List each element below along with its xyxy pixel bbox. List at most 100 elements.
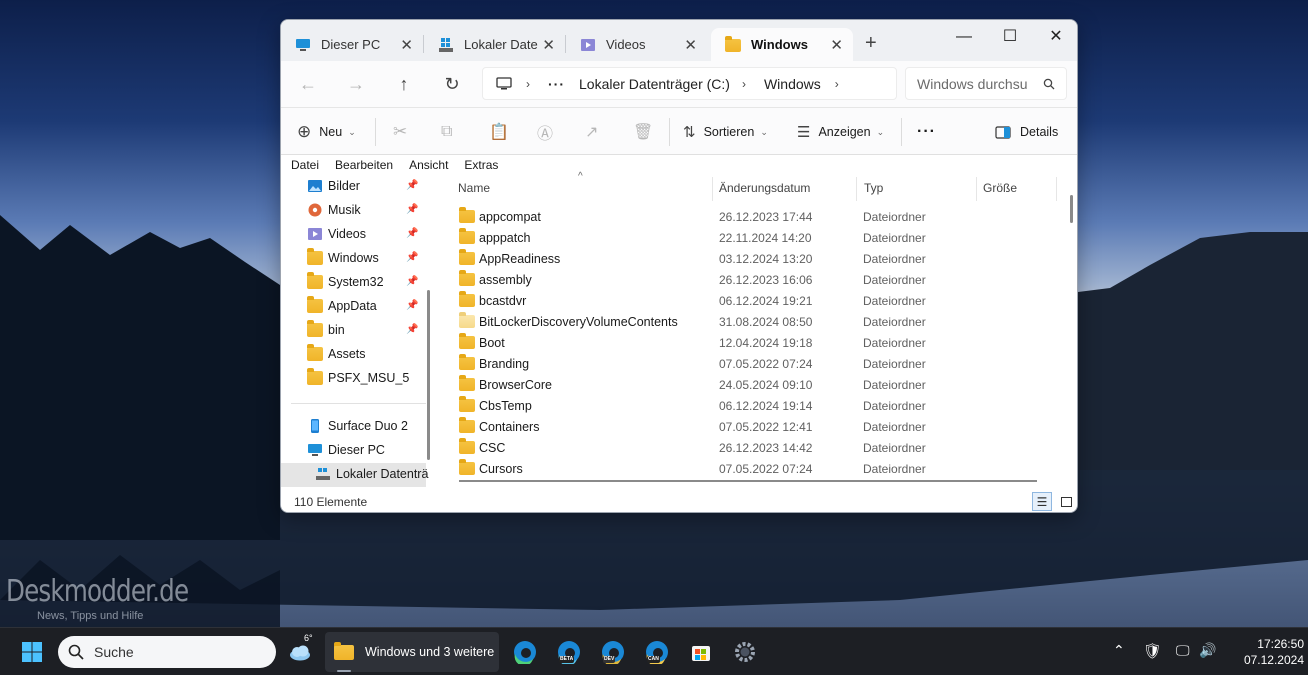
breadcrumb-item[interactable]: Lokaler Datenträger (C:) <box>579 76 730 92</box>
clock[interactable]: 17:26:50 07.12.2024 <box>1220 636 1304 668</box>
menu-bearbeiten[interactable]: Bearbeiten <box>335 158 393 172</box>
taskbar-search[interactable]: Suche <box>58 636 276 668</box>
sidebar-item-bilder[interactable]: Bilder 📌 <box>281 175 426 199</box>
table-row[interactable]: CbsTemp 06.12.2024 19:14 Dateiordner <box>441 395 1061 416</box>
menu-extras[interactable]: Extras <box>464 158 498 172</box>
pin-icon[interactable]: 📌 <box>406 180 418 191</box>
pin-icon[interactable]: 📌 <box>406 324 418 335</box>
sidebar-item-psfx-msu-5[interactable]: PSFX_MSU_5 <box>281 367 426 391</box>
search-input[interactable]: Windows durchsu <box>905 67 1067 100</box>
table-row[interactable]: Boot 12.04.2024 19:18 Dateiordner <box>441 332 1061 353</box>
taskbar-store[interactable] <box>685 636 717 668</box>
close-tab-icon[interactable]: ✕ <box>400 36 413 54</box>
plus-circle-icon: ⊕ <box>297 122 312 141</box>
security-shield-icon[interactable]: 🛡 <box>1143 642 1162 660</box>
column-divider[interactable] <box>976 177 977 201</box>
new-tab-icon[interactable]: + <box>865 32 877 55</box>
sidebar-item-label: Musik <box>328 203 361 217</box>
taskbar-edge-dev[interactable]: DEV <box>597 636 629 668</box>
close-tab-icon[interactable]: ✕ <box>542 36 555 54</box>
details-view-icon[interactable]: ☰ <box>1032 492 1052 511</box>
table-row[interactable]: apppatch 22.11.2024 14:20 Dateiordner <box>441 227 1061 248</box>
table-row[interactable]: BrowserCore 24.05.2024 09:10 Dateiordner <box>441 374 1061 395</box>
tab-dieser-pc[interactable]: Dieser PC ✕ <box>281 28 423 61</box>
column-divider[interactable] <box>856 177 857 201</box>
network-icon[interactable]: 🖵 <box>1176 642 1190 659</box>
pin-icon[interactable]: 📌 <box>406 204 418 215</box>
refresh-icon[interactable]: ↻ <box>437 72 467 96</box>
taskbar-edge-beta[interactable]: BETA <box>553 636 585 668</box>
close-tab-icon[interactable]: ✕ <box>830 36 843 54</box>
tab-lokaler-datentraeger[interactable]: Lokaler Date ✕ <box>424 28 565 61</box>
taskbar-edge[interactable] <box>509 636 541 668</box>
taskbar-edge-canary[interactable]: CAN <box>641 636 673 668</box>
pin-icon[interactable]: 📌 <box>406 228 418 239</box>
tiles-view-icon[interactable] <box>1056 492 1076 511</box>
table-row[interactable]: Cursors 07.05.2022 07:24 Dateiordner <box>441 458 1061 479</box>
horizontal-scrollbar[interactable] <box>459 480 1037 482</box>
close-window-button[interactable]: ✕ <box>1033 23 1077 51</box>
delete-icon[interactable]: 🗑 <box>633 120 653 144</box>
table-row[interactable]: Branding 07.05.2022 07:24 Dateiordner <box>441 353 1061 374</box>
paste-icon[interactable]: 📋 <box>489 120 509 144</box>
tab-videos[interactable]: Videos ✕ <box>566 28 707 61</box>
details-button[interactable]: Details <box>995 120 1058 144</box>
sidebar-item-assets[interactable]: Assets <box>281 343 426 367</box>
taskbar-settings[interactable] <box>729 636 761 668</box>
view-button[interactable]: ☰ Anzeigen ⌄ <box>797 120 884 144</box>
sidebar-item-surface-duo-2[interactable]: Surface Duo 2 <box>281 415 426 439</box>
forward-arrow-icon[interactable]: → <box>341 72 371 96</box>
breadcrumb-item[interactable]: Windows <box>764 76 821 92</box>
sort-button[interactable]: ⇅ Sortieren ⌄ <box>683 120 768 144</box>
taskbar-file-explorer[interactable]: Windows und 3 weitere <box>325 632 499 672</box>
sidebar-item-appdata[interactable]: AppData 📌 <box>281 295 426 319</box>
chevron-right-icon[interactable]: › <box>835 77 839 91</box>
minimize-button[interactable]: — <box>941 23 987 51</box>
start-button[interactable] <box>16 636 48 668</box>
weather-widget[interactable]: 6° <box>285 633 317 668</box>
folder-icon <box>459 438 475 454</box>
share-icon[interactable]: ↗ <box>585 120 598 144</box>
table-row[interactable]: AppReadiness 03.12.2024 13:20 Dateiordner <box>441 248 1061 269</box>
table-row[interactable]: assembly 26.12.2023 16:06 Dateiordner <box>441 269 1061 290</box>
column-divider[interactable] <box>1056 177 1057 201</box>
more-options-icon[interactable]: ··· <box>917 120 936 144</box>
column-header-name[interactable]: Name <box>458 181 490 195</box>
column-header-size[interactable]: Größe <box>983 181 1017 195</box>
pin-icon[interactable]: 📌 <box>406 276 418 287</box>
column-header-type[interactable]: Typ <box>864 181 883 195</box>
vertical-scrollbar[interactable] <box>1070 195 1073 223</box>
table-row[interactable]: bcastdvr 06.12.2024 19:21 Dateiordner <box>441 290 1061 311</box>
table-row[interactable]: BitLockerDiscoveryVolumeContents 31.08.20… <box>441 311 1061 332</box>
table-row[interactable]: Containers 07.05.2022 12:41 Dateiordner <box>441 416 1061 437</box>
new-button[interactable]: ⊕ Neu ⌄ <box>297 120 356 144</box>
more-breadcrumbs-icon[interactable]: ··· <box>548 76 565 92</box>
up-arrow-icon[interactable]: ↑ <box>389 72 419 96</box>
menu-ansicht[interactable]: Ansicht <box>409 158 448 172</box>
sidebar-item-lokaler-datentraeger[interactable]: Lokaler Datenträ <box>281 463 428 487</box>
table-row[interactable]: appcompat 26.12.2023 17:44 Dateiordner <box>441 206 1061 227</box>
sidebar-item-dieser-pc[interactable]: Dieser PC <box>281 439 426 463</box>
tab-windows[interactable]: Windows ✕ <box>711 28 853 61</box>
copy-icon[interactable]: ⧉ <box>441 120 452 144</box>
column-header-date[interactable]: Änderungsdatum <box>719 181 810 195</box>
column-divider[interactable] <box>712 177 713 201</box>
back-arrow-icon[interactable]: ← <box>293 72 323 96</box>
breadcrumb[interactable]: › ··· Lokaler Datenträger (C:) › Windows… <box>482 67 897 100</box>
sidebar-item-videos[interactable]: Videos 📌 <box>281 223 426 247</box>
sidebar-item-system32[interactable]: System32 📌 <box>281 271 426 295</box>
sidebar-item-windows[interactable]: Windows 📌 <box>281 247 426 271</box>
close-tab-icon[interactable]: ✕ <box>684 36 697 54</box>
sidebar-item-musik[interactable]: Musik 📌 <box>281 199 426 223</box>
chevron-up-icon[interactable]: ⌃ <box>1113 642 1125 659</box>
cut-icon[interactable]: ✂ <box>393 120 407 144</box>
volume-icon[interactable]: 🔊 <box>1199 642 1216 659</box>
sidebar-scrollbar[interactable] <box>427 290 430 460</box>
pin-icon[interactable]: 📌 <box>406 300 418 311</box>
pin-icon[interactable]: 📌 <box>406 252 418 263</box>
rename-icon[interactable]: Ⓐ <box>537 120 553 144</box>
table-row[interactable]: CSC 26.12.2023 14:42 Dateiordner <box>441 437 1061 458</box>
menu-datei[interactable]: Datei <box>291 158 319 172</box>
maximize-button[interactable]: ☐ <box>987 23 1033 51</box>
sidebar-item-bin[interactable]: bin 📌 <box>281 319 426 343</box>
